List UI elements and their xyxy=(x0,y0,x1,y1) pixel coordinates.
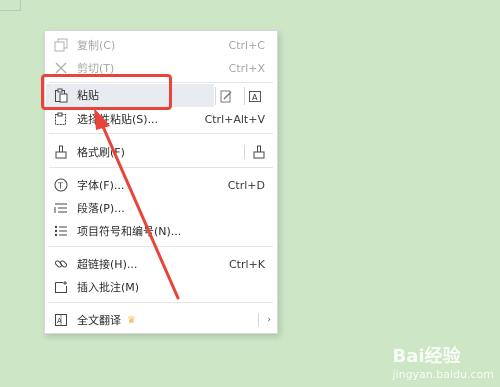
document-corner-mark xyxy=(0,0,21,11)
menu-separator xyxy=(49,167,273,168)
menu-item-label: 选择性粘贴(S)... xyxy=(77,113,159,126)
menu-item-label: 项目符号和编号(N)... xyxy=(77,225,182,238)
menu-item-shortcut: Ctrl+C xyxy=(228,38,265,52)
menu-item-label: 格式刷(F) xyxy=(77,146,125,159)
paste-text-only-icon[interactable]: A xyxy=(245,86,265,106)
svg-text:A: A xyxy=(252,93,258,102)
menu-item-label: 段落(P)... xyxy=(77,202,125,215)
menu-item-format-painter[interactable]: 格式刷(F) xyxy=(45,141,277,163)
copy-icon xyxy=(53,37,69,53)
paste-options: A xyxy=(215,84,277,107)
menu-item-label: 超链接(H)... xyxy=(77,258,138,271)
menu-item-copy[interactable]: 复制(C) Ctrl+C xyxy=(45,34,277,56)
highlight-box xyxy=(41,74,172,110)
menu-item-paragraph[interactable]: 段落(P)... xyxy=(45,197,277,219)
menu-item-insert-comment[interactable]: 插入批注(M) xyxy=(45,276,277,298)
paste-keep-text-icon[interactable] xyxy=(216,86,236,106)
submenu-arrow-icon: › xyxy=(267,315,271,325)
format-painter-icon xyxy=(53,144,69,160)
paragraph-icon xyxy=(53,200,69,216)
menu-item-paste-special[interactable]: 选择性粘贴(S)... Ctrl+Alt+V xyxy=(45,108,277,130)
bullets-icon xyxy=(53,223,69,239)
watermark-subtext: jingyan.baidu.com xyxy=(392,368,494,381)
link-icon xyxy=(53,256,69,272)
menu-item-shortcut: Ctrl+D xyxy=(227,178,265,192)
paste-special-icon xyxy=(53,111,69,127)
menu-separator xyxy=(49,246,273,247)
svg-text:T: T xyxy=(57,182,63,191)
menu-item-full-translate[interactable]: A 全文翻译 ♛ › xyxy=(45,309,277,331)
menu-separator xyxy=(49,133,273,134)
menu-item-label: 全文翻译 xyxy=(77,314,121,327)
menu-item-label: 复制(C) xyxy=(77,39,116,52)
menu-item-bullets-numbering[interactable]: 项目符号和编号(N)... xyxy=(45,220,277,242)
format-painter-option-icon[interactable] xyxy=(251,144,267,160)
menu-item-shortcut: Ctrl+X xyxy=(228,61,265,75)
translate-icon: A xyxy=(53,312,69,328)
menu-item-shortcut: Ctrl+K xyxy=(228,257,265,271)
watermark: Bai经验 jingyan.baidu.com xyxy=(392,342,494,381)
menu-item-label: 字体(F)... xyxy=(77,179,125,192)
watermark-text: Bai经验 xyxy=(392,346,461,367)
menu-separator xyxy=(49,302,273,303)
comment-icon xyxy=(53,279,69,295)
font-icon: T xyxy=(53,177,69,193)
menu-item-label: 插入批注(M) xyxy=(77,281,140,294)
menu-item-hyperlink[interactable]: 超链接(H)... Ctrl+K xyxy=(45,253,277,275)
menu-item-font[interactable]: T 字体(F)... Ctrl+D xyxy=(45,174,277,196)
menu-item-shortcut: Ctrl+Alt+V xyxy=(204,112,265,126)
crown-icon: ♛ xyxy=(127,314,136,326)
